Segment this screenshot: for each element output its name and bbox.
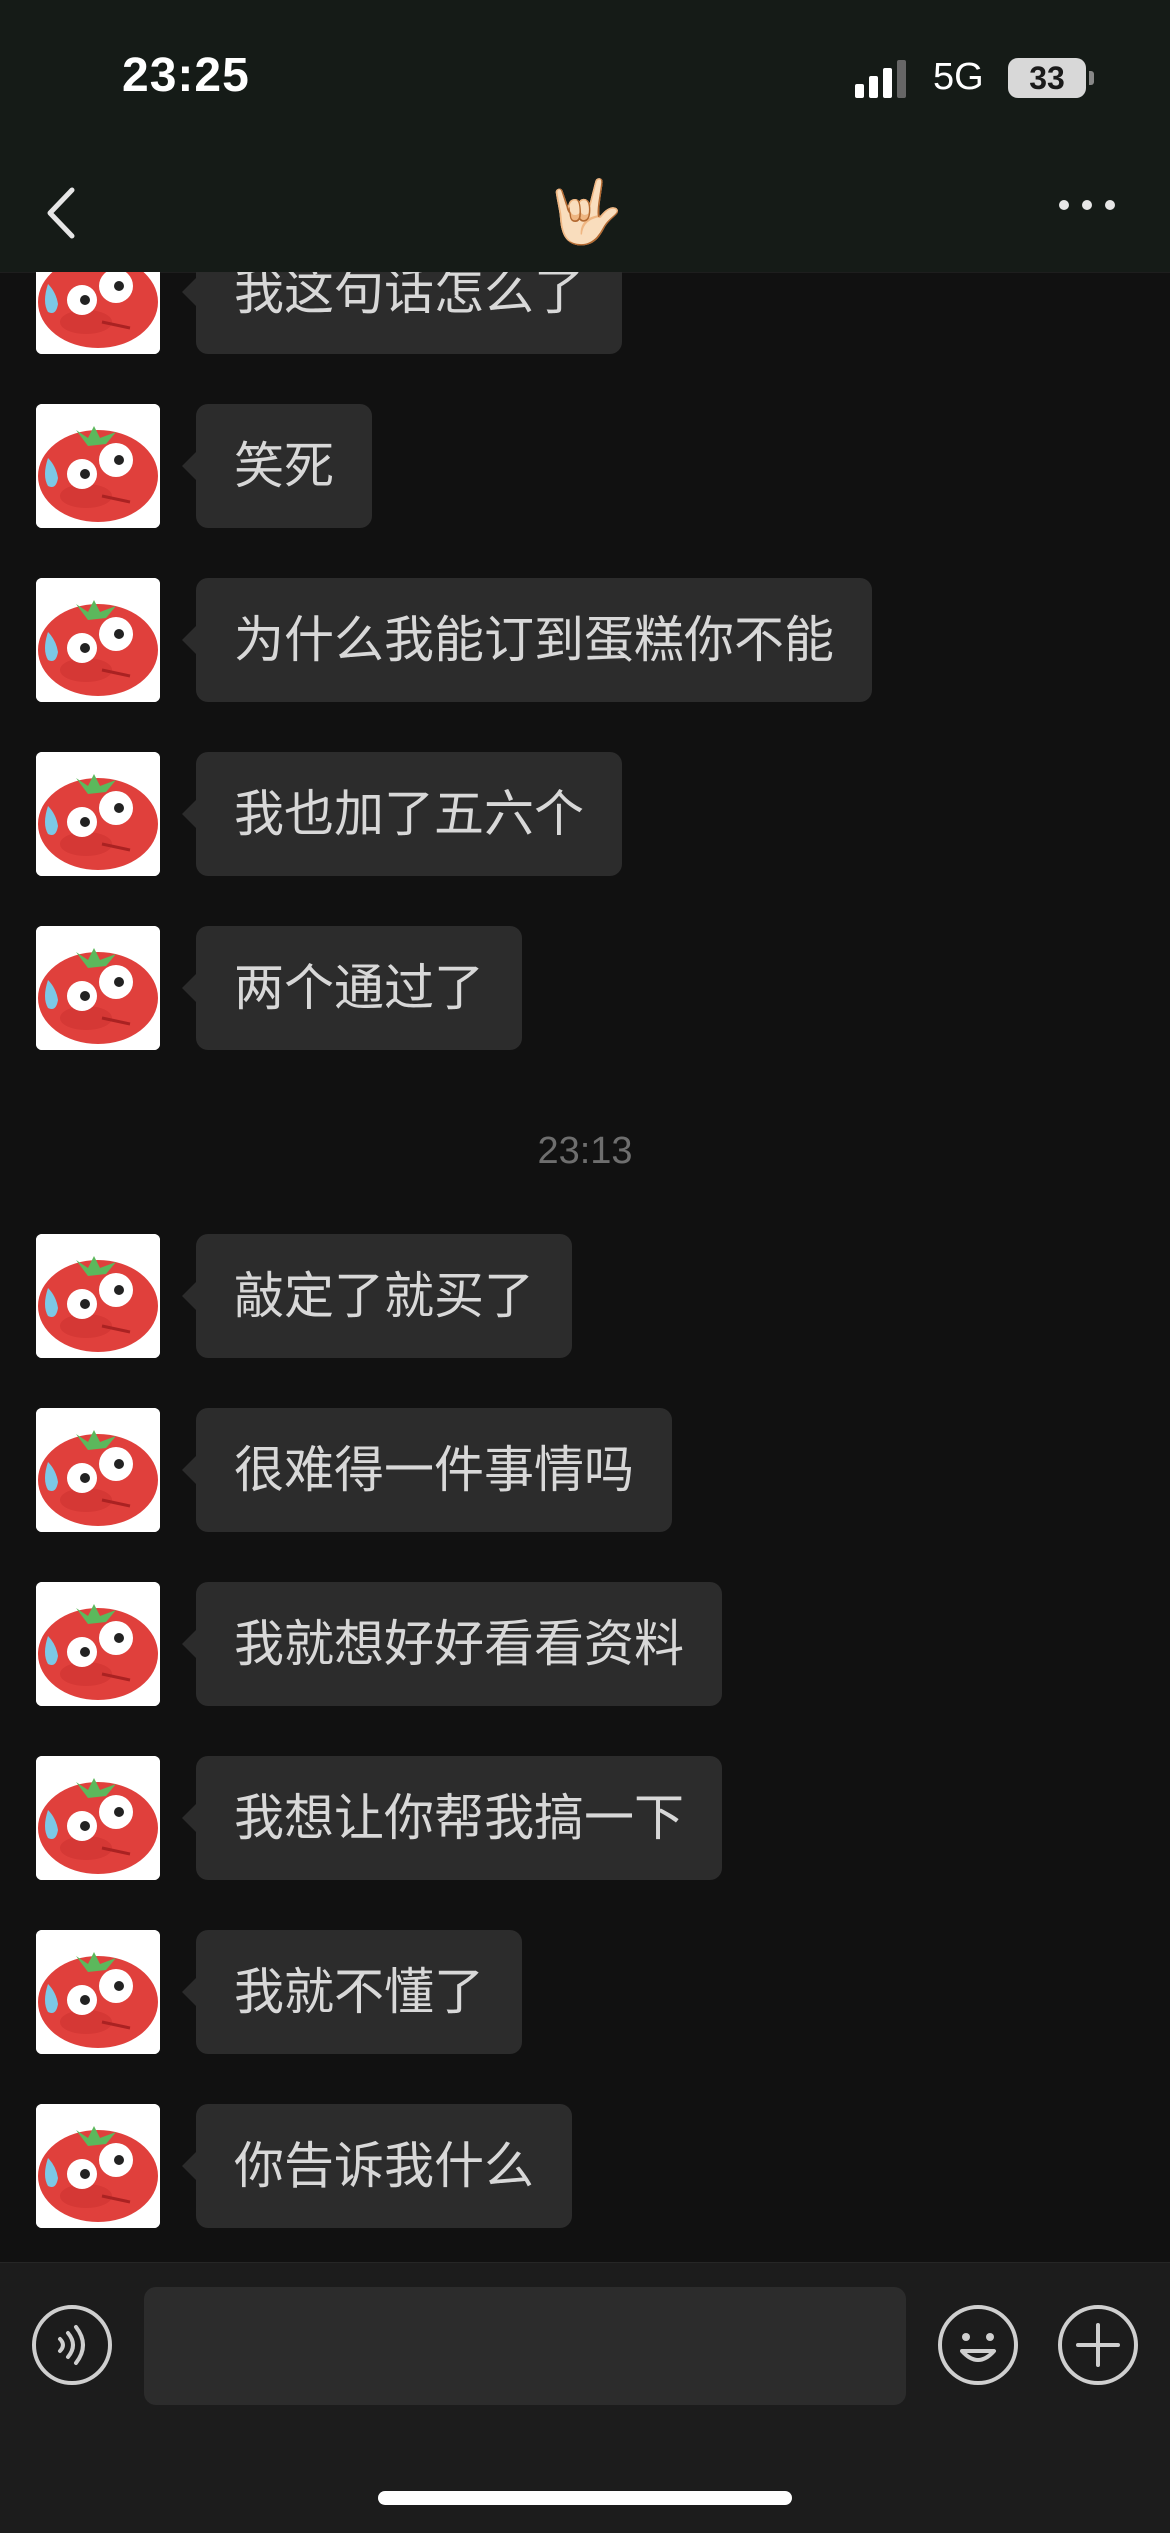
status-time: 23:25 <box>122 49 250 102</box>
message-bubble[interactable]: 为什么我能订到蛋糕你不能 <box>182 578 872 702</box>
message-timestamp: 23:13 <box>537 1130 633 1172</box>
tomato-avatar[interactable] <box>36 926 160 1050</box>
tomato-avatar[interactable] <box>36 1408 160 1532</box>
message-bubble[interactable]: 我想让你帮我搞一下 <box>182 1756 722 1880</box>
tomato-avatar[interactable] <box>36 752 160 876</box>
more-icon[interactable] <box>1052 190 1122 220</box>
message-bubble[interactable]: 我就不懂了 <box>182 1930 522 2054</box>
tomato-avatar[interactable] <box>36 272 160 354</box>
battery-icon: 33 <box>1008 58 1086 98</box>
emoji-icon[interactable] <box>936 2303 1020 2387</box>
message-bubble[interactable]: 笑死 <box>182 404 372 528</box>
message-bubble[interactable]: 我就想好好看看资料 <box>182 1582 722 1706</box>
status-bar: 23:25 5G 33 <box>0 0 1170 150</box>
message-bubble[interactable]: 敲定了就买了 <box>182 1234 572 1358</box>
home-indicator[interactable] <box>378 2491 792 2505</box>
tomato-avatar[interactable] <box>36 1930 160 2054</box>
signal-icon <box>855 60 906 98</box>
message-bubble[interactable]: 我也加了五六个 <box>182 752 622 876</box>
tomato-avatar[interactable] <box>36 1234 160 1358</box>
message-bubble[interactable]: 很难得一件事情吗 <box>182 1408 672 1532</box>
battery-cap <box>1089 71 1094 85</box>
message-bubble[interactable]: 你告诉我什么 <box>182 2104 572 2228</box>
chat-header: 🤟🏻 <box>0 150 1170 273</box>
network-type: 5G <box>933 56 984 98</box>
message-input[interactable] <box>144 2287 906 2405</box>
tomato-avatar[interactable] <box>36 578 160 702</box>
chat-title: 🤟🏻 <box>546 175 624 248</box>
tomato-avatar[interactable] <box>36 2104 160 2228</box>
plus-icon[interactable] <box>1056 2303 1140 2387</box>
tomato-avatar[interactable] <box>36 1756 160 1880</box>
back-arrow-icon[interactable] <box>38 178 88 248</box>
voice-icon[interactable] <box>30 2303 114 2387</box>
message-bubble[interactable]: 两个通过了 <box>182 926 522 1050</box>
message-bubble[interactable]: 我这句话怎么了 <box>182 272 622 354</box>
tomato-avatar[interactable] <box>36 1582 160 1706</box>
tomato-avatar[interactable] <box>36 404 160 528</box>
message-list[interactable]: 我这句话怎么了 笑死 为什么我能订到蛋糕你不能 我也加了五六个 两个通过了 23… <box>0 272 1170 2262</box>
